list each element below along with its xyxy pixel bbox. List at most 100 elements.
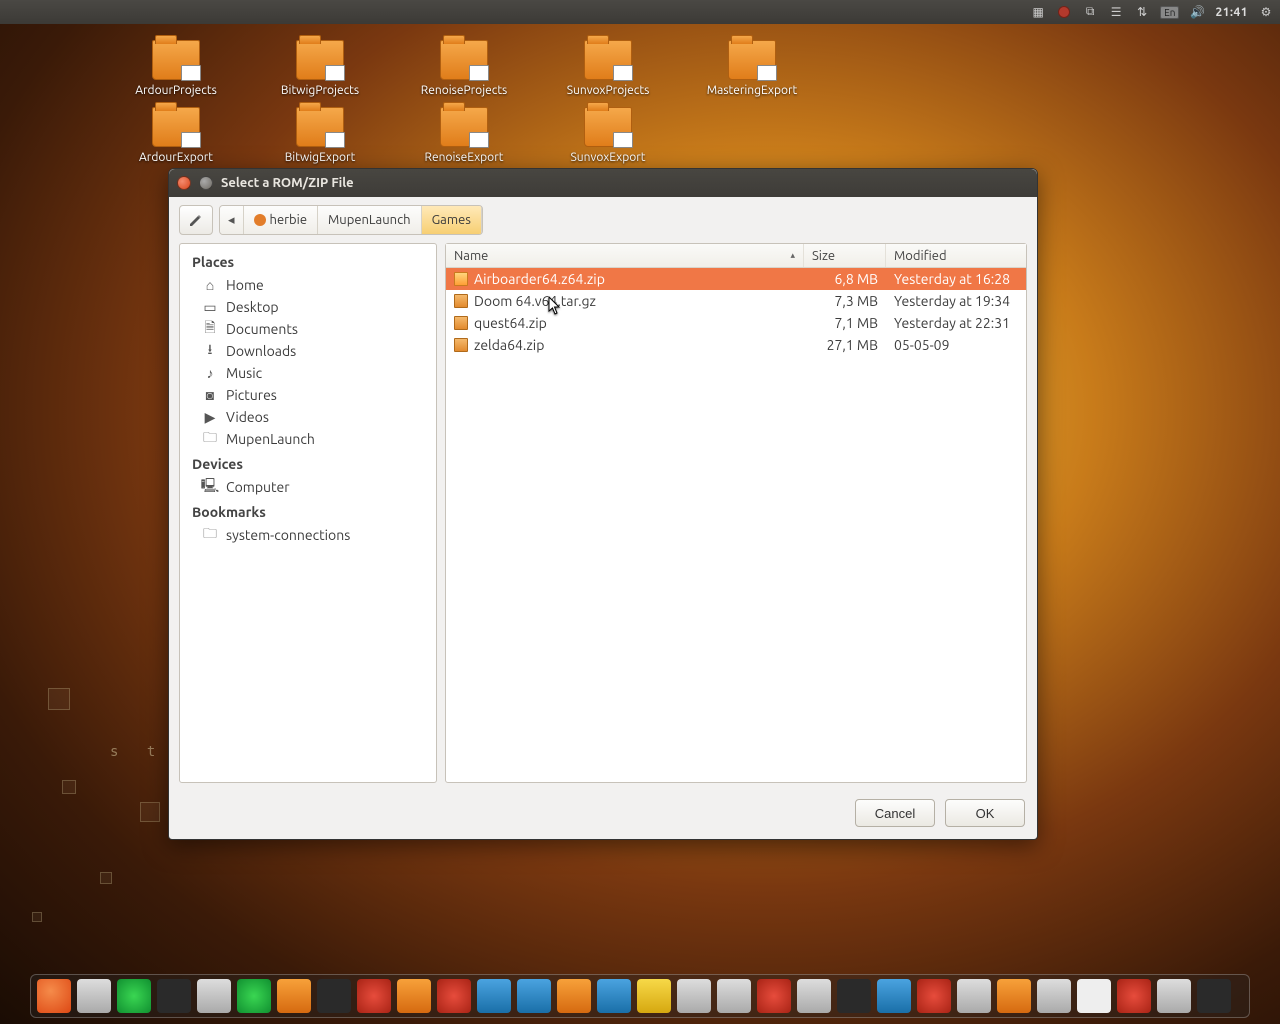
column-size[interactable]: Size <box>804 244 886 267</box>
column-headers: Name▴ Size Modified <box>446 244 1026 268</box>
record-icon[interactable] <box>1056 4 1072 20</box>
devices-heading: Devices <box>180 450 436 476</box>
dock-app-29[interactable] <box>1197 979 1231 1013</box>
dock-app-25[interactable] <box>1037 979 1071 1013</box>
desktop-folder[interactable]: RenoiseProjects <box>428 40 500 97</box>
dock-app-18[interactable] <box>757 979 791 1013</box>
path-segment[interactable]: MupenLaunch <box>318 206 422 234</box>
language-indicator[interactable]: En <box>1160 6 1179 19</box>
file-size: 7,1 MB <box>804 312 886 334</box>
desktop-folder[interactable]: BitwigExport <box>284 107 356 164</box>
dock-app-16[interactable] <box>677 979 711 1013</box>
file-name: Doom 64.v64.tar.gz <box>474 293 596 309</box>
dock-app-24[interactable] <box>997 979 1031 1013</box>
sidebar-item-pictures[interactable]: ◙Pictures <box>180 384 436 406</box>
wifi-icon[interactable]: ⧉ <box>1082 4 1098 20</box>
folder-icon: ▭ <box>202 299 218 315</box>
dock-app-9[interactable] <box>397 979 431 1013</box>
cancel-button[interactable]: Cancel <box>855 799 935 827</box>
sort-indicator-icon: ▴ <box>790 250 795 261</box>
dock-app-26[interactable] <box>1077 979 1111 1013</box>
dialog-toolbar: ◂ herbie MupenLaunch Games <box>169 197 1037 243</box>
desktop-folder-label: MasteringExport <box>707 84 798 97</box>
minimize-icon[interactable] <box>199 176 213 190</box>
file-name: Airboarder64.z64.zip <box>474 271 605 287</box>
desktop-folder[interactable]: SunvoxProjects <box>572 40 644 97</box>
sidebar-item-label: Videos <box>226 409 269 425</box>
dock-app-5[interactable] <box>237 979 271 1013</box>
titlebar[interactable]: Select a ROM/ZIP File <box>169 169 1037 197</box>
column-modified[interactable]: Modified <box>886 244 1026 267</box>
dock-app-17[interactable] <box>717 979 751 1013</box>
desktop-folder[interactable]: SunvoxExport <box>572 107 644 164</box>
dock-app-19[interactable] <box>797 979 831 1013</box>
edit-path-button[interactable] <box>179 205 213 235</box>
sidebar-item-mupenlaunch[interactable]: 🗀MupenLaunch <box>180 428 436 450</box>
archive-icon <box>454 272 468 286</box>
dock-app-23[interactable] <box>957 979 991 1013</box>
sidebar-item-computer[interactable]: 🖳Computer <box>180 476 436 498</box>
desktop-folder[interactable]: MasteringExport <box>716 40 788 97</box>
calendar-icon[interactable]: ☰ <box>1108 4 1124 20</box>
sidebar-item-label: Downloads <box>226 343 296 359</box>
dock-app-12[interactable] <box>517 979 551 1013</box>
dock-app-15[interactable] <box>637 979 671 1013</box>
dialog-title: Select a ROM/ZIP File <box>221 176 354 190</box>
ok-button[interactable]: OK <box>945 799 1025 827</box>
dock-app-6[interactable] <box>277 979 311 1013</box>
dock-app-0[interactable] <box>37 979 71 1013</box>
desktop-folder-label: SunvoxProjects <box>567 84 650 97</box>
sidebar-item-documents[interactable]: 🗎Documents <box>180 318 436 340</box>
gear-icon[interactable]: ⚙ <box>1258 4 1274 20</box>
file-row[interactable]: zelda64.zip27,1 MB05-05-09 <box>446 334 1026 356</box>
sidebar-item-downloads[interactable]: ⭳ Downloads <box>180 340 436 362</box>
file-row[interactable]: Airboarder64.z64.zip6,8 MBYesterday at 1… <box>446 268 1026 290</box>
desktop-icons: ArdourProjects BitwigProjects RenoiseProje… <box>140 40 788 164</box>
file-modified: 05-05-09 <box>886 334 1026 356</box>
windows-icon[interactable]: ▦ <box>1030 4 1046 20</box>
desktop-folder[interactable]: BitwigProjects <box>284 40 356 97</box>
desktop-folder[interactable]: RenoiseExport <box>428 107 500 164</box>
sidebar-item-label: MupenLaunch <box>226 431 315 447</box>
desktop-folder-label: SunvoxExport <box>571 151 646 164</box>
dock-app-14[interactable] <box>597 979 631 1013</box>
path-segment-current[interactable]: Games <box>422 206 482 234</box>
breadcrumb: ◂ herbie MupenLaunch Games <box>219 205 483 235</box>
dock-app-4[interactable] <box>197 979 231 1013</box>
desktop-folder[interactable]: ArdourProjects <box>140 40 212 97</box>
sidebar-item-home[interactable]: ⌂Home <box>180 274 436 296</box>
column-name[interactable]: Name▴ <box>446 244 804 267</box>
dock-app-13[interactable] <box>557 979 591 1013</box>
volume-icon[interactable]: 🔊 <box>1189 4 1205 20</box>
sidebar-item-videos[interactable]: ▶Videos <box>180 406 436 428</box>
close-icon[interactable] <box>177 176 191 190</box>
dock-app-8[interactable] <box>357 979 391 1013</box>
archive-icon <box>454 316 468 330</box>
sidebar-item-music[interactable]: ♪Music <box>180 362 436 384</box>
dock-app-22[interactable] <box>917 979 951 1013</box>
folder-icon: ⭳ <box>202 343 218 359</box>
path-back-button[interactable]: ◂ <box>220 206 244 234</box>
sidebar-item-desktop[interactable]: ▭Desktop <box>180 296 436 318</box>
network-icon[interactable]: ⇅ <box>1134 4 1150 20</box>
file-row[interactable]: quest64.zip7,1 MBYesterday at 22:31 <box>446 312 1026 334</box>
clock[interactable]: 21:41 <box>1215 6 1248 19</box>
dock-app-3[interactable] <box>157 979 191 1013</box>
dock-app-21[interactable] <box>877 979 911 1013</box>
desktop-folder[interactable]: ArdourExport <box>140 107 212 164</box>
dock-app-27[interactable] <box>1117 979 1151 1013</box>
sidebar-item-system-connections[interactable]: 🗀system-connections <box>180 524 436 546</box>
dock-app-2[interactable] <box>117 979 151 1013</box>
path-segment-home[interactable]: herbie <box>244 206 318 234</box>
file-modified: Yesterday at 19:34 <box>886 290 1026 312</box>
dock-app-20[interactable] <box>837 979 871 1013</box>
folder-icon: ♪ <box>202 365 218 381</box>
folder-icon: ⌂ <box>202 277 218 293</box>
dock-app-10[interactable] <box>437 979 471 1013</box>
dock-app-28[interactable] <box>1157 979 1191 1013</box>
dock-app-7[interactable] <box>317 979 351 1013</box>
dock-app-11[interactable] <box>477 979 511 1013</box>
dock-app-1[interactable] <box>77 979 111 1013</box>
dialog-footer: Cancel OK <box>169 791 1037 839</box>
file-row[interactable]: Doom 64.v64.tar.gz7,3 MBYesterday at 19:… <box>446 290 1026 312</box>
